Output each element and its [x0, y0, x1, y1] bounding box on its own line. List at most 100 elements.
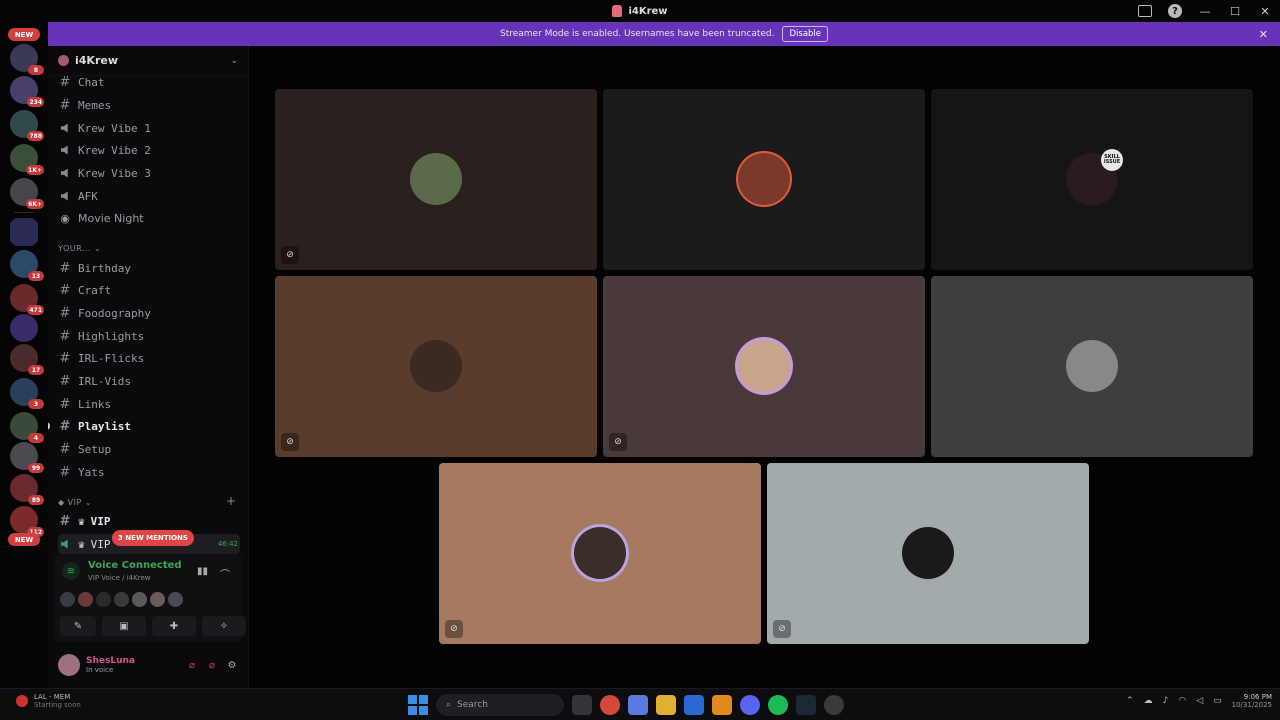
text-channel[interactable]: # IRL-Flicks	[58, 348, 240, 368]
camera-off-button[interactable]: ✎	[60, 616, 96, 636]
channel-memes[interactable]: # Memes	[58, 95, 240, 115]
category-label: YOUR...	[58, 244, 92, 253]
participant-avatar[interactable]	[150, 592, 165, 607]
file-explorer-icon[interactable]	[656, 695, 676, 715]
participant-tile[interactable]: SKILL ISSUE	[931, 89, 1253, 270]
participant-tile[interactable]: ⊘	[603, 276, 925, 457]
voice-status[interactable]: Voice Connected	[88, 560, 182, 571]
voice-location[interactable]: VIP Voice / i4Krew	[88, 574, 150, 582]
noise-suppression-icon[interactable]: ▮▮	[197, 566, 208, 577]
text-channel[interactable]: # Craft	[58, 280, 240, 300]
voice-channel[interactable]: Krew Vibe 3	[58, 163, 240, 183]
stage-channel[interactable]: ◉ Movie Night	[58, 208, 240, 228]
text-channel-vip[interactable]: # ♛ VIP	[58, 511, 240, 531]
signal-icon[interactable]: ≋	[62, 562, 80, 580]
close-window-button[interactable]: ✕	[1250, 0, 1280, 22]
help-icon[interactable]: ?	[1168, 4, 1182, 18]
server-icon[interactable]: 99	[10, 442, 44, 473]
task-view-icon[interactable]	[572, 695, 592, 715]
maximize-button[interactable]: ☐	[1220, 0, 1250, 22]
server-icon[interactable]: 89	[10, 474, 44, 505]
volume-icon[interactable]: ◁	[1196, 696, 1203, 706]
server-icon[interactable]: 4	[10, 412, 44, 443]
copilot-icon[interactable]	[628, 695, 648, 715]
folder-icon[interactable]	[10, 218, 38, 246]
search-placeholder: Search	[457, 700, 488, 710]
tray-overflow-icon[interactable]: ⌃	[1126, 696, 1134, 706]
category-your[interactable]: YOUR... ⌄	[58, 244, 101, 253]
close-banner-icon[interactable]: ✕	[1259, 28, 1268, 41]
inbox-icon[interactable]	[1138, 5, 1152, 17]
obs-icon[interactable]	[824, 695, 844, 715]
server-icon[interactable]: 8	[10, 44, 44, 75]
new-mentions-pill[interactable]: 3 NEW MENTIONS	[112, 530, 194, 546]
rail-divider	[14, 212, 34, 213]
server-icon[interactable]: 788	[10, 110, 44, 141]
store-icon[interactable]	[684, 695, 704, 715]
server-icon[interactable]: 6K+	[10, 178, 44, 209]
voice-channel[interactable]: Krew Vibe 2	[58, 140, 240, 160]
deafen-icon[interactable]: ⌀	[202, 655, 222, 675]
participant-tile[interactable]: ⊘	[275, 276, 597, 457]
gear-icon[interactable]: ⚙	[222, 655, 242, 675]
add-channel-icon[interactable]: +	[226, 494, 236, 508]
server-icon[interactable]	[10, 314, 38, 342]
participant-avatar[interactable]	[168, 592, 183, 607]
user-info[interactable]: ShesLuna In voice	[86, 656, 182, 674]
channel-chat[interactable]: # Chat	[58, 72, 240, 92]
server-icon[interactable]: 1K+	[10, 144, 44, 175]
participant-avatar[interactable]	[132, 592, 147, 607]
category-vip[interactable]: ◆ VIP ⌄	[58, 498, 92, 507]
text-channel[interactable]: # Birthday	[58, 258, 240, 278]
text-channel[interactable]: # Highlights	[58, 326, 240, 346]
server-icon[interactable]: 471	[10, 284, 44, 315]
server-icon[interactable]: 3	[10, 378, 44, 409]
battery-icon[interactable]: ▭	[1213, 696, 1222, 706]
start-button[interactable]	[408, 695, 428, 715]
participant-avatar[interactable]	[114, 592, 129, 607]
participant-tile[interactable]	[931, 276, 1253, 457]
participant-avatar[interactable]	[60, 592, 75, 607]
soundboard-button[interactable]: ✧	[202, 616, 246, 636]
server-icon[interactable]: 234	[10, 76, 44, 107]
text-channel[interactable]: # IRL-Vids	[58, 371, 240, 391]
taskbar-search[interactable]: ⌕ Search	[436, 694, 564, 716]
server-icon[interactable]: 17	[10, 344, 44, 375]
text-channel[interactable]: # Foodography	[58, 303, 240, 323]
avatar[interactable]	[58, 654, 80, 676]
steam-icon[interactable]	[796, 695, 816, 715]
wifi-icon[interactable]: ◠	[1178, 696, 1186, 706]
disconnect-icon[interactable]: ⌒	[220, 566, 230, 581]
server-icon[interactable]: 112	[10, 506, 44, 537]
server-icon[interactable]: 13	[10, 250, 44, 281]
discord-icon[interactable]	[740, 695, 760, 715]
cloud-icon[interactable]: ☁	[1144, 696, 1153, 706]
new-pill[interactable]: NEW	[8, 533, 40, 546]
text-channel-unread[interactable]: # Playlist	[48, 416, 240, 436]
participant-tile[interactable]	[603, 89, 925, 270]
text-channel[interactable]: # Links	[58, 394, 240, 414]
activities-button[interactable]: ✚	[152, 616, 196, 636]
taskbar-widget[interactable]: LAL - MEM Starting soon	[16, 693, 81, 709]
mic-icon[interactable]: ♪	[1163, 696, 1169, 706]
minimize-button[interactable]: —	[1190, 0, 1220, 22]
new-pill[interactable]: NEW	[8, 28, 40, 41]
spotify-icon[interactable]	[768, 695, 788, 715]
clock[interactable]: 9:06 PM 10/31/2025	[1232, 693, 1272, 709]
participant-avatar[interactable]	[96, 592, 111, 607]
voice-channel[interactable]: AFK	[58, 186, 240, 206]
participant-avatar[interactable]	[78, 592, 93, 607]
participant-tile[interactable]: ⊘	[275, 89, 597, 270]
hash-icon: #	[59, 328, 71, 344]
chrome-icon[interactable]	[600, 695, 620, 715]
participant-tile[interactable]: ⊘	[767, 463, 1089, 644]
voice-channel[interactable]: Krew Vibe 1	[58, 118, 240, 138]
text-channel[interactable]: # Setup	[58, 439, 240, 459]
guild-icon	[58, 55, 69, 66]
mic-muted-icon[interactable]: ⌀	[182, 655, 202, 675]
screen-share-button[interactable]: ▣	[102, 616, 146, 636]
disable-streamer-button[interactable]: Disable	[782, 26, 829, 42]
app-icon[interactable]	[712, 695, 732, 715]
participant-tile[interactable]: ⊘	[439, 463, 761, 644]
text-channel[interactable]: # Yats	[58, 462, 240, 482]
